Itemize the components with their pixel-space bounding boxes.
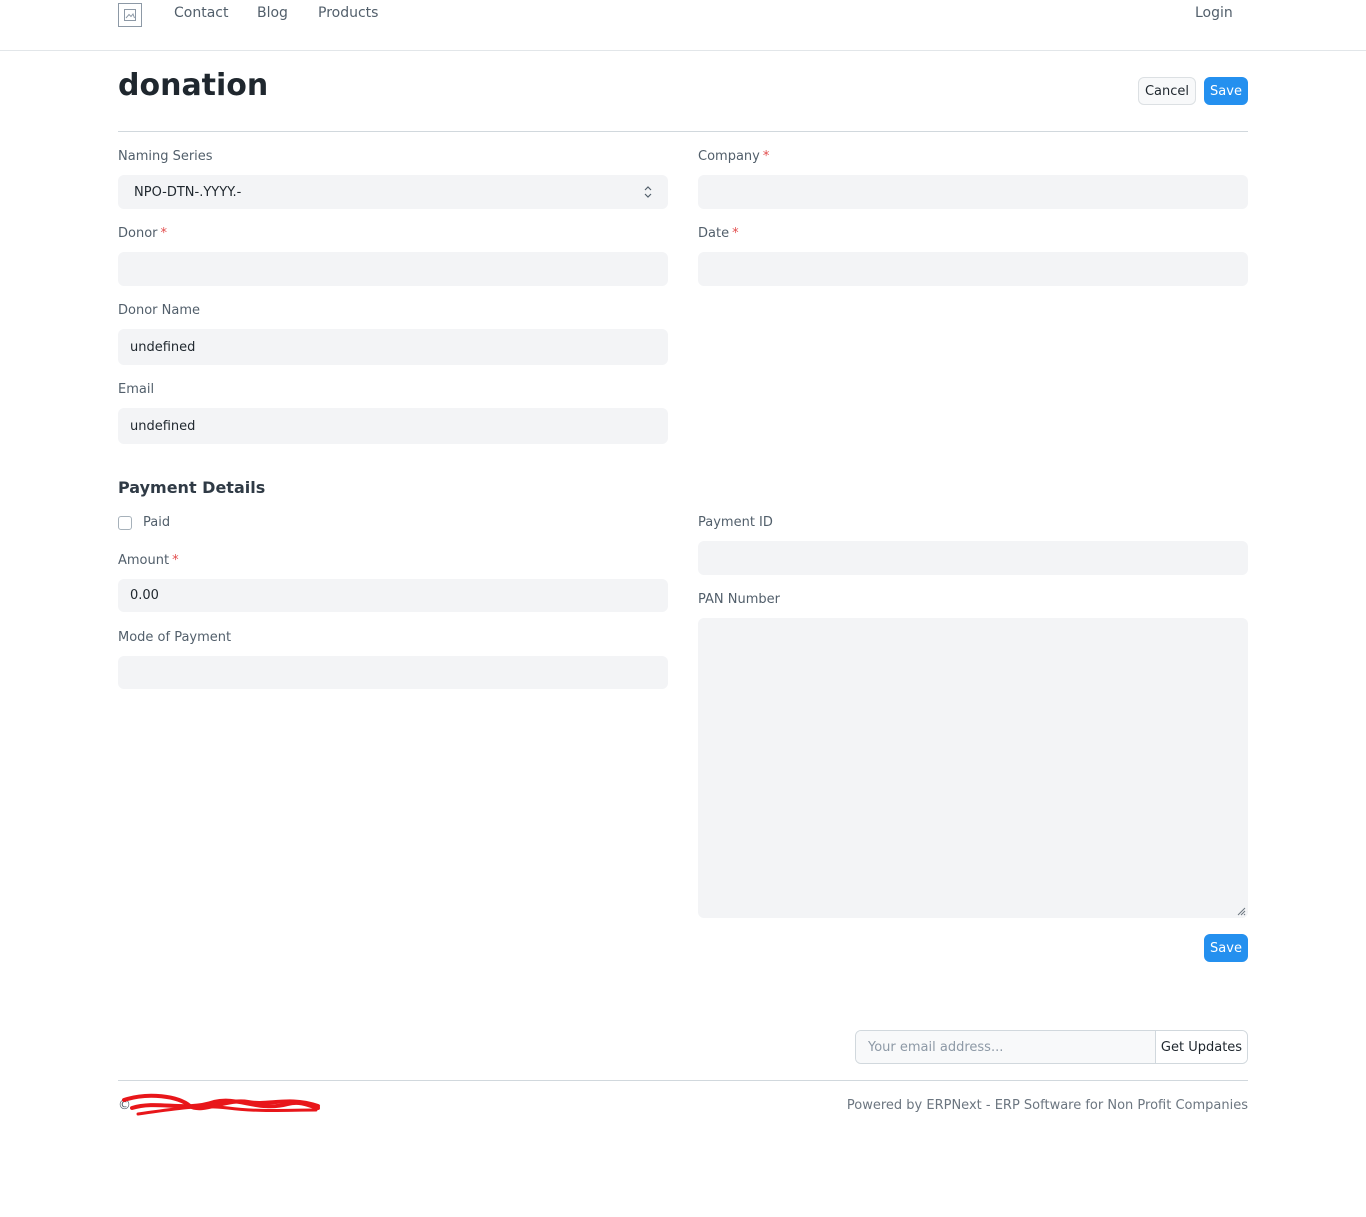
email-label-text: Email (118, 382, 155, 397)
brand-logo-icon[interactable] (118, 3, 142, 27)
pan-number-label: PAN Number (698, 592, 780, 608)
amount-label-text: Amount (118, 553, 170, 568)
amount-label: Amount * (118, 553, 179, 569)
save-button[interactable]: Save (1204, 77, 1248, 105)
select-arrows-icon (644, 186, 652, 198)
footer-divider (118, 1080, 1248, 1081)
title-divider (118, 131, 1248, 132)
amount-input[interactable]: 0.00 (118, 579, 668, 612)
donor-name-field: undefined (118, 329, 668, 365)
cancel-button[interactable]: Cancel (1138, 77, 1196, 105)
naming-series-label: Naming Series (118, 149, 213, 165)
company-label-text: Company (698, 149, 760, 164)
donor-name-label: Donor Name (118, 303, 200, 319)
donor-label-text: Donor (118, 226, 158, 241)
paid-checkbox[interactable] (118, 516, 132, 530)
amount-value: 0.00 (130, 588, 159, 603)
mode-of-payment-label: Mode of Payment (118, 630, 231, 646)
nav-link-blog[interactable]: Blog (257, 5, 288, 21)
save-button-bottom[interactable]: Save (1204, 934, 1248, 962)
naming-series-label-text: Naming Series (118, 149, 213, 164)
mode-of-payment-input[interactable] (118, 656, 668, 689)
required-mark: * (732, 226, 739, 241)
pan-number-label-text: PAN Number (698, 592, 780, 607)
powered-by-text: Powered by ERPNext - ERP Software for No… (846, 1098, 1248, 1113)
payment-id-input[interactable] (698, 541, 1248, 575)
email-label: Email (118, 382, 154, 398)
naming-series-select[interactable]: NPO-DTN-.YYYY.- (118, 175, 668, 209)
payment-id-label: Payment ID (698, 515, 773, 531)
required-mark: * (172, 553, 179, 568)
payment-id-label-text: Payment ID (698, 515, 773, 530)
nav-link-contact[interactable]: Contact (174, 5, 228, 21)
naming-series-value: NPO-DTN-.YYYY.- (134, 184, 242, 200)
paid-label: Paid (143, 515, 171, 530)
required-mark: * (762, 149, 770, 164)
redaction-scribble-icon (122, 1093, 320, 1116)
email-field: undefined (118, 408, 668, 444)
date-label-text: Date (698, 226, 730, 241)
donor-input[interactable] (118, 252, 668, 286)
email-value: undefined (130, 418, 196, 434)
resize-handle-icon[interactable] (1236, 906, 1246, 916)
nav-link-products[interactable]: Products (318, 5, 378, 21)
mode-of-payment-label-text: Mode of Payment (118, 630, 232, 645)
date-label: Date * (698, 226, 739, 242)
donor-label: Donor * (118, 226, 167, 242)
donor-name-value: undefined (130, 339, 196, 355)
donor-name-label-text: Donor Name (118, 303, 200, 318)
company-label: Company * (698, 149, 769, 165)
date-input[interactable] (698, 252, 1248, 286)
required-mark: * (160, 226, 168, 241)
nav-link-login[interactable]: Login (1195, 5, 1233, 21)
company-input[interactable] (698, 175, 1248, 209)
subscribe-email-input[interactable] (856, 1031, 1155, 1063)
navbar: Contact Blog Products Login (0, 0, 1366, 51)
page-title: donation (118, 68, 269, 103)
pan-number-textarea[interactable] (698, 618, 1248, 918)
subscribe-form: Get Updates (855, 1030, 1248, 1064)
get-updates-button[interactable]: Get Updates (1155, 1031, 1247, 1063)
payment-details-heading: Payment Details (118, 478, 266, 497)
